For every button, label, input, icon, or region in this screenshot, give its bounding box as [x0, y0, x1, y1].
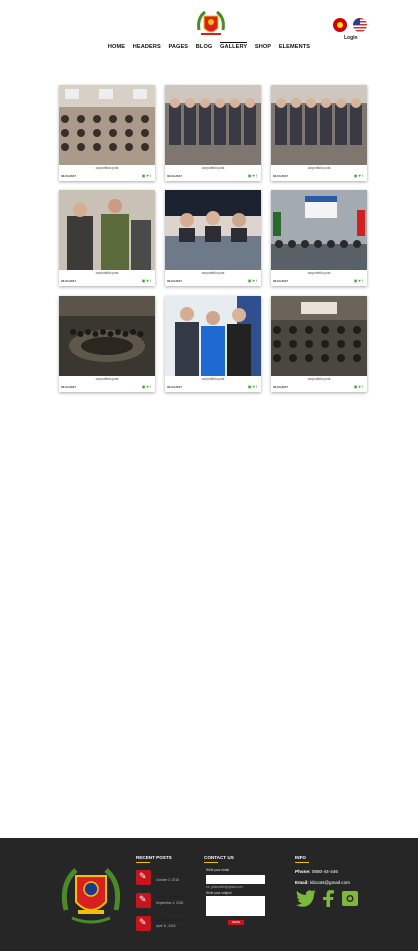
post-date: April 11, 2018	[156, 924, 176, 928]
gallery-photo[interactable]	[59, 190, 155, 270]
gallery-caption[interactable]: ourportfolio post	[271, 377, 367, 381]
facebook-icon[interactable]: f	[362, 278, 364, 283]
email-info-value[interactable]: kibcats@gmail.com	[310, 880, 350, 885]
facebook-icon[interactable]: f	[150, 384, 152, 389]
gallery-caption[interactable]: ourportfolio post	[271, 271, 367, 275]
gallery-card[interactable]: ourportfolio post 03.04.2017 ▣♥f	[59, 296, 155, 392]
share-icons: ▣♥f	[142, 173, 152, 178]
nav-gallery[interactable]: GALLERY	[220, 42, 248, 50]
gallery-caption[interactable]: ourportfolio post	[165, 166, 261, 170]
pen-icon	[136, 870, 151, 885]
nav-shop[interactable]: SHOP	[255, 44, 271, 50]
gallery-photo[interactable]	[271, 85, 367, 165]
facebook-icon[interactable]: f	[362, 384, 364, 389]
gallery-card[interactable]: ourportfolio post 03.04.2017 ▣♥f	[165, 190, 261, 286]
email-placeholder: ex: johnsmith@gmail.com	[206, 885, 243, 889]
email-label: Write your email	[206, 868, 229, 872]
facebook-icon[interactable]: f	[362, 173, 364, 178]
gallery-card[interactable]: ourportfolio post 03.04.2017 ▣♥f	[271, 85, 367, 181]
facebook-icon[interactable]: f	[256, 384, 258, 389]
post-date: September 4, 2018	[156, 901, 184, 905]
login-link[interactable]: Login	[344, 35, 358, 41]
phone-label: Phone:	[295, 869, 311, 874]
gallery-card[interactable]: ourportfolio post 03.04.2017 ▣♥f	[271, 190, 367, 286]
nav-home[interactable]: HOME	[108, 44, 125, 50]
pen-icon	[136, 893, 151, 908]
macedonia-flag-icon[interactable]	[333, 18, 347, 32]
gallery-card[interactable]: ourportfolio post 03.04.2017 ▣♥f	[59, 85, 155, 181]
share-icons: ▣♥f	[248, 278, 258, 283]
gallery-photo[interactable]	[59, 296, 155, 376]
recent-posts-title: RECENT POSTS	[136, 855, 172, 863]
pen-icon	[136, 916, 151, 931]
gallery-date: 03.04.2017	[273, 385, 289, 389]
footer-logo[interactable]	[56, 860, 126, 930]
gallery-caption[interactable]: ourportfolio post	[59, 271, 155, 275]
share-icons: ▣♥f	[248, 384, 258, 389]
facebook-icon[interactable]: f	[150, 173, 152, 178]
post-title[interactable]: Cyber Terrorism	[156, 895, 185, 899]
phone-value: 0880-44-446	[311, 869, 338, 874]
email-info-label: Email:	[295, 880, 309, 885]
contact-title: CONTACT US	[204, 855, 234, 863]
phone-line: Phone: 0880-44-446	[295, 869, 338, 874]
post-title[interactable]: Internet Abuse	[156, 918, 182, 922]
share-icons: ▣♥f	[142, 278, 152, 283]
nav-blog[interactable]: BLOG	[196, 44, 213, 50]
gallery-photo[interactable]	[59, 85, 155, 165]
gallery-photo[interactable]	[271, 190, 367, 270]
post-title[interactable]: Facebook is hacking	[156, 872, 193, 876]
gallery-date: 03.04.2017	[167, 279, 183, 283]
gallery-photo[interactable]	[271, 296, 367, 376]
language-switcher	[333, 18, 369, 36]
gallery-caption[interactable]: ourportfolio post	[59, 166, 155, 170]
post-date: October 3, 2018	[156, 878, 179, 882]
gallery-card[interactable]: ourportfolio post 03.04.2017 ▣♥f	[165, 296, 261, 392]
us-flag-icon[interactable]	[353, 18, 368, 32]
share-icons: ▣♥f	[354, 384, 364, 389]
gallery-photo[interactable]	[165, 190, 261, 270]
email-line: Email: kibcats@gmail.com	[295, 880, 350, 885]
gallery-card[interactable]: ourportfolio post 03.04.2017 ▣♥f	[59, 190, 155, 286]
gallery-caption[interactable]: ourportfolio post	[165, 271, 261, 275]
facebook-icon[interactable]	[321, 890, 335, 912]
info-title: INFO	[295, 855, 309, 863]
facebook-icon[interactable]: f	[256, 173, 258, 178]
subject-label: Write your subject	[206, 891, 232, 895]
share-icons: ▣♥f	[354, 278, 364, 283]
subject-field[interactable]	[206, 896, 265, 916]
nav-elements[interactable]: ELEMENTS	[279, 44, 310, 50]
gallery-photo[interactable]	[165, 296, 261, 376]
gallery-card[interactable]: ourportfolio post 03.04.2017 ▣♥f	[271, 296, 367, 392]
site-header: HOME HEADERS PAGES BLOG GALLERY SHOP ELE…	[0, 0, 418, 60]
main-nav: HOME HEADERS PAGES BLOG GALLERY SHOP ELE…	[0, 42, 418, 50]
gallery-caption[interactable]: ourportfolio post	[165, 377, 261, 381]
twitter-icon[interactable]	[296, 890, 316, 912]
gallery-date: 03.04.2017	[61, 385, 77, 389]
share-icons: ▣♥f	[248, 173, 258, 178]
gallery-date: 03.04.2017	[167, 385, 183, 389]
share-icons: ▣♥f	[354, 173, 364, 178]
gallery-card[interactable]: ourportfolio post 03.04.2017 ▣♥f	[165, 85, 261, 181]
nav-headers[interactable]: HEADERS	[133, 44, 161, 50]
gallery-date: 03.04.2017	[273, 279, 289, 283]
site-logo[interactable]	[193, 6, 229, 42]
facebook-icon[interactable]: f	[256, 278, 258, 283]
gallery-date: 03.04.2017	[273, 174, 289, 178]
nav-pages[interactable]: PAGES	[168, 44, 188, 50]
gallery-date: 03.04.2017	[61, 279, 77, 283]
instagram-icon[interactable]	[341, 890, 359, 912]
facebook-icon[interactable]: f	[150, 278, 152, 283]
gallery-photo[interactable]	[165, 85, 261, 165]
gallery-caption[interactable]: ourportfolio post	[271, 166, 367, 170]
gallery-caption[interactable]: ourportfolio post	[59, 377, 155, 381]
send-button[interactable]: SEND	[228, 920, 244, 925]
share-icons: ▣♥f	[142, 384, 152, 389]
gallery-date: 03.04.2017	[61, 174, 77, 178]
email-field[interactable]	[206, 875, 265, 884]
gallery-date: 03.04.2017	[167, 174, 183, 178]
